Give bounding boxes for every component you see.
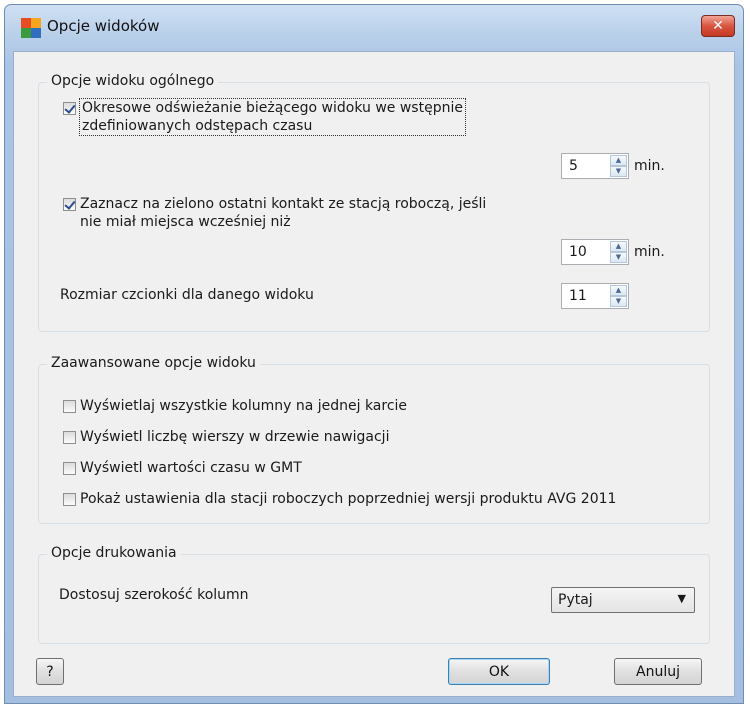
spin-down-icon[interactable]: ▼: [610, 252, 627, 263]
close-button[interactable]: ✕: [701, 15, 735, 37]
green-mark-interval-value: 10: [569, 244, 587, 260]
column-width-value: Pytaj: [558, 592, 593, 608]
chevron-down-icon: ▼: [677, 592, 686, 605]
font-size-label: Rozmiar czcionki dla danego widoku: [60, 287, 314, 303]
title-bar[interactable]: Opcje widoków ✕: [5, 5, 743, 51]
refresh-label-line1: Okresowe odświeżanie bieżącego widoku we…: [82, 100, 463, 116]
green-mark-checkbox-row[interactable]: Zaznacz na zielono ostatni kontakt ze st…: [63, 195, 486, 231]
show-all-columns-checkbox[interactable]: [63, 400, 76, 413]
avg-logo-icon: [21, 18, 41, 38]
refresh-interval-input[interactable]: 5 ▲ ▼: [561, 153, 629, 179]
advanced-option-row[interactable]: Wyświetl wartości czasu w GMT: [63, 459, 302, 477]
refresh-interval-unit: min.: [634, 158, 665, 174]
refresh-checkbox[interactable]: [63, 102, 76, 115]
close-icon: ✕: [712, 18, 724, 34]
general-options-group: Opcje widoku ogólnego Okresowe odświeżan…: [38, 73, 710, 332]
show-gmt-label: Wyświetl wartości czasu w GMT: [80, 460, 302, 476]
ok-button[interactable]: OK: [448, 658, 550, 685]
advanced-option-row[interactable]: Pokaż ustawienia dla stacji roboczych po…: [63, 490, 616, 508]
green-mark-label-line1: Zaznacz na zielono ostatni kontakt ze st…: [80, 196, 487, 212]
refresh-interval-spinner[interactable]: 5 ▲ ▼ min.: [561, 153, 665, 179]
refresh-interval-value: 5: [569, 158, 578, 174]
green-mark-interval-input[interactable]: 10 ▲ ▼: [561, 239, 629, 265]
font-size-input[interactable]: 11 ▲ ▼: [561, 283, 629, 309]
font-size-arrows[interactable]: ▲ ▼: [610, 285, 627, 307]
spin-up-icon[interactable]: ▲: [610, 241, 627, 252]
refresh-interval-arrows[interactable]: ▲ ▼: [610, 155, 627, 177]
dialog-client-area: Opcje widoku ogólnego Okresowe odświeżan…: [13, 51, 735, 697]
general-options-title: Opcje widoku ogólnego: [47, 73, 219, 89]
green-mark-label-line2: nie miał miejsca wcześniej niż: [80, 214, 291, 230]
font-size-value: 11: [569, 288, 587, 304]
spin-down-icon[interactable]: ▼: [610, 296, 627, 307]
spin-up-icon[interactable]: ▲: [610, 155, 627, 166]
advanced-option-row[interactable]: Wyświetl liczbę wierszy w drzewie nawiga…: [63, 428, 389, 446]
show-row-count-label: Wyświetl liczbę wierszy w drzewie nawiga…: [80, 429, 390, 445]
green-mark-label: Zaznacz na zielono ostatni kontakt ze st…: [80, 195, 486, 231]
printing-options-title: Opcje drukowania: [47, 545, 181, 561]
advanced-option-row[interactable]: Wyświetlaj wszystkie kolumny na jednej k…: [63, 397, 407, 415]
show-row-count-checkbox[interactable]: [63, 431, 76, 444]
green-mark-interval-spinner[interactable]: 10 ▲ ▼ min.: [561, 239, 665, 265]
refresh-checkbox-row[interactable]: Okresowe odświeżanie bieżącego widoku we…: [63, 98, 466, 136]
column-width-select[interactable]: Pytaj ▼: [551, 587, 695, 613]
show-legacy-settings-checkbox[interactable]: [63, 493, 76, 506]
column-width-label: Dostosuj szerokość kolumn: [59, 587, 249, 603]
window-title: Opcje widoków: [47, 17, 160, 35]
show-gmt-checkbox[interactable]: [63, 462, 76, 475]
advanced-options-group: Zaawansowane opcje widoku Wyświetlaj wsz…: [38, 355, 710, 524]
spin-down-icon[interactable]: ▼: [610, 166, 627, 177]
show-all-columns-label: Wyświetlaj wszystkie kolumny na jednej k…: [80, 398, 408, 414]
advanced-options-title: Zaawansowane opcje widoku: [47, 355, 260, 371]
refresh-label: Okresowe odświeżanie bieżącego widoku we…: [79, 98, 466, 136]
refresh-label-line2: zdefiniowanych odstępach czasu: [82, 118, 313, 134]
green-mark-checkbox[interactable]: [63, 198, 76, 211]
spin-up-icon[interactable]: ▲: [610, 285, 627, 296]
green-mark-interval-arrows[interactable]: ▲ ▼: [610, 241, 627, 263]
cancel-button[interactable]: Anuluj: [614, 658, 702, 685]
font-size-spinner[interactable]: 11 ▲ ▼: [561, 283, 629, 309]
printing-options-group: Opcje drukowania Dostosuj szerokość kolu…: [38, 545, 710, 644]
green-mark-interval-unit: min.: [634, 244, 665, 260]
dialog-window: Opcje widoków ✕ Opcje widoku ogólnego Ok…: [4, 4, 744, 704]
help-button[interactable]: ?: [36, 658, 64, 685]
show-legacy-settings-label: Pokaż ustawienia dla stacji roboczych po…: [80, 491, 617, 507]
